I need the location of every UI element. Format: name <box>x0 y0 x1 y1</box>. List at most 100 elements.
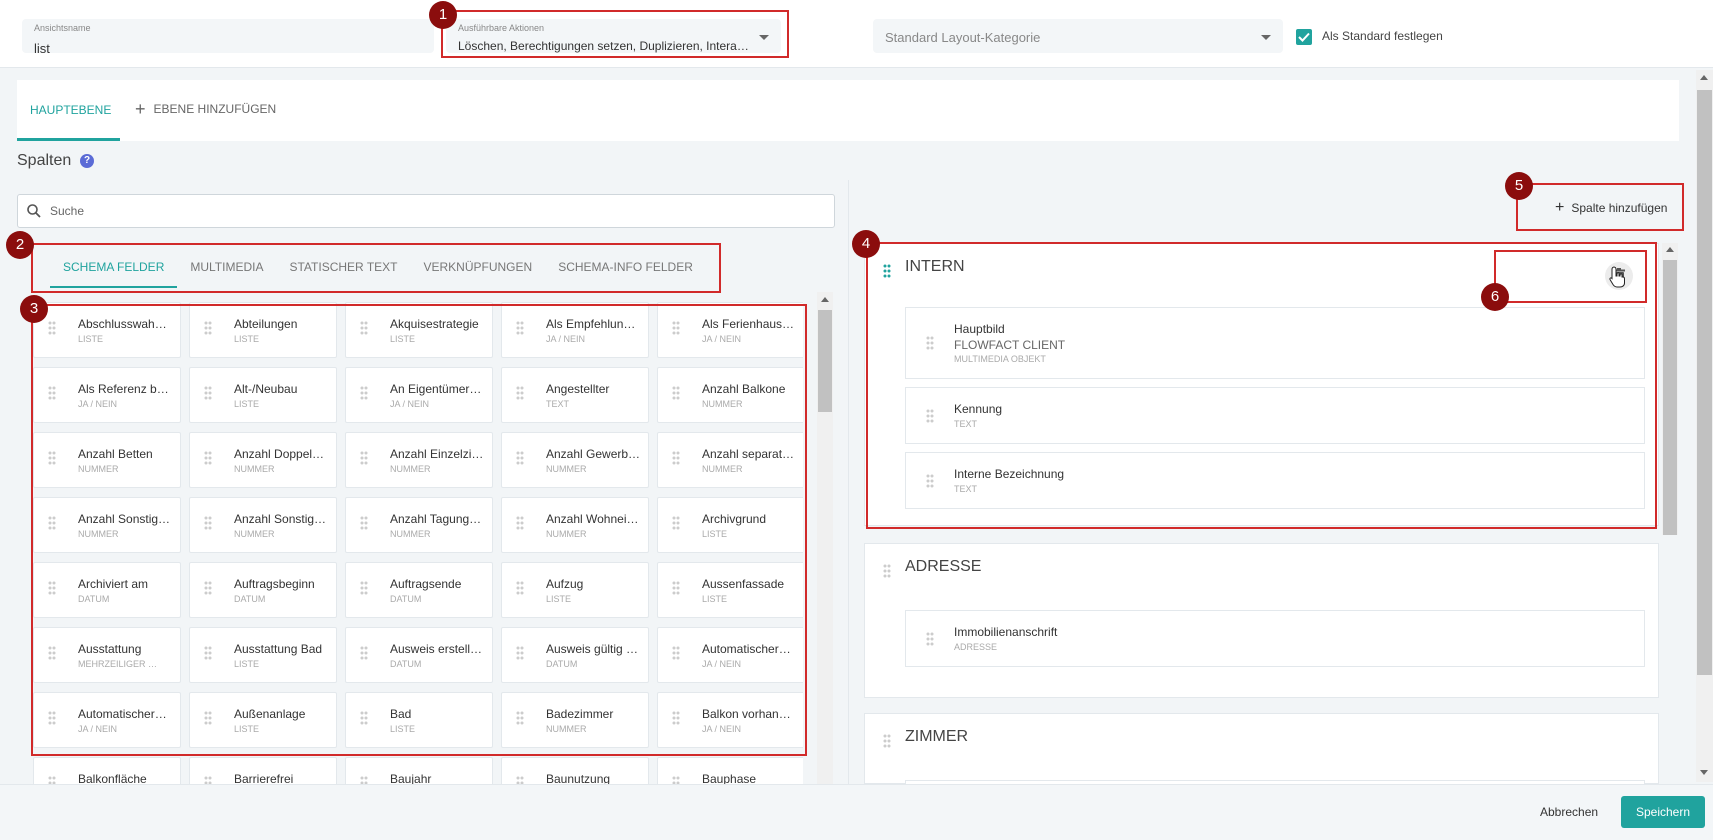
drag-handle-icon[interactable] <box>516 451 524 465</box>
save-button[interactable]: Speichern <box>1621 796 1705 828</box>
tab-multimedia[interactable]: MULTIMEDIA <box>177 252 276 288</box>
drag-handle-icon[interactable] <box>48 581 56 595</box>
add-column-button[interactable]: + Spalte hinzufügen <box>1555 200 1667 216</box>
drag-handle-icon[interactable] <box>204 516 212 530</box>
column-group-intern[interactable]: INTERN Hauptbild FLOWFACT CLIENT MULTIME… <box>864 243 1659 526</box>
drag-handle-icon[interactable] <box>360 711 368 725</box>
schema-field-card[interactable]: Auftragsbeginn DATUM <box>189 562 337 618</box>
schema-field-card[interactable]: Anzahl Betten NUMMER <box>33 432 181 488</box>
schema-field-card[interactable]: Außenanlage LISTE <box>189 692 337 748</box>
cancel-button[interactable]: Abbrechen <box>1540 805 1598 819</box>
column-field-row[interactable]: Hauptbild FLOWFACT CLIENT MULTIMEDIA OBJ… <box>905 307 1645 379</box>
schema-field-card[interactable]: Archiviert am DATUM <box>33 562 181 618</box>
drag-handle-icon[interactable] <box>48 646 56 660</box>
intern-group-scroll-thumb[interactable] <box>1663 260 1677 535</box>
schema-field-card[interactable]: Aussenfassade LISTE <box>657 562 803 618</box>
drag-handle-icon[interactable] <box>516 581 524 595</box>
drag-handle-icon[interactable] <box>204 646 212 660</box>
drag-handle-icon[interactable] <box>516 516 524 530</box>
column-field-row[interactable]: Kennung TEXT <box>905 387 1645 444</box>
tab-links[interactable]: VERKNÜPFUNGEN <box>411 252 546 288</box>
scroll-up-icon[interactable] <box>1700 75 1708 80</box>
drag-handle-icon[interactable] <box>516 711 524 725</box>
drag-handle-icon[interactable] <box>926 409 934 423</box>
drag-handle-icon[interactable] <box>360 451 368 465</box>
drag-handle-icon[interactable] <box>883 264 891 278</box>
schema-field-card[interactable]: Automatischer… JA / NEIN <box>657 627 803 683</box>
schema-field-card[interactable]: An Eigentümer… JA / NEIN <box>345 367 493 423</box>
drag-handle-icon[interactable] <box>360 581 368 595</box>
drag-handle-icon[interactable] <box>672 516 680 530</box>
schema-field-card[interactable]: Anzahl Wohnei… NUMMER <box>501 497 649 553</box>
schema-field-card[interactable]: Automatischer… JA / NEIN <box>33 692 181 748</box>
schema-field-card[interactable]: Abschlusswah… LISTE <box>33 302 181 358</box>
scroll-up-icon[interactable] <box>821 297 829 302</box>
drag-handle-icon[interactable] <box>672 386 680 400</box>
schema-field-card[interactable]: Anzahl Gewerb… NUMMER <box>501 432 649 488</box>
drag-handle-icon[interactable] <box>360 516 368 530</box>
drag-handle-icon[interactable] <box>516 646 524 660</box>
schema-field-card[interactable]: Anzahl Einzelzi… NUMMER <box>345 432 493 488</box>
drag-handle-icon[interactable] <box>48 711 56 725</box>
schema-field-card[interactable]: Ausweis gültig … DATUM <box>501 627 649 683</box>
schema-field-card[interactable]: Als Ferienhaus… JA / NEIN <box>657 302 803 358</box>
drag-handle-icon[interactable] <box>204 321 212 335</box>
scroll-down-icon[interactable] <box>1700 770 1708 775</box>
schema-field-card[interactable]: Aufzug LISTE <box>501 562 649 618</box>
schema-field-card[interactable]: Anzahl Balkone NUMMER <box>657 367 803 423</box>
drag-handle-icon[interactable] <box>360 646 368 660</box>
tab-static-text[interactable]: STATISCHER TEXT <box>276 252 410 288</box>
drag-handle-icon[interactable] <box>360 321 368 335</box>
schema-field-card[interactable]: Anzahl Tagung… NUMMER <box>345 497 493 553</box>
schema-field-card[interactable]: Angestellter TEXT <box>501 367 649 423</box>
view-name-field[interactable]: Ansichtsname list <box>22 19 434 56</box>
drag-handle-icon[interactable] <box>48 451 56 465</box>
drag-handle-icon[interactable] <box>672 646 680 660</box>
drag-handle-icon[interactable] <box>360 386 368 400</box>
drag-handle-icon[interactable] <box>516 321 524 335</box>
drag-handle-icon[interactable] <box>926 474 934 488</box>
schema-field-card[interactable]: Als Empfehlun… JA / NEIN <box>501 302 649 358</box>
schema-field-card[interactable]: Badezimmer NUMMER <box>501 692 649 748</box>
schema-field-card[interactable]: Anzahl Sonstig… NUMMER <box>33 497 181 553</box>
drag-handle-icon[interactable] <box>926 632 934 646</box>
drag-handle-icon[interactable] <box>48 321 56 335</box>
tab-main-level[interactable]: HAUPTEBENE <box>30 103 111 117</box>
layout-category-select[interactable]: Standard Layout-Kategorie <box>873 19 1283 53</box>
help-icon[interactable]: ? <box>80 154 94 168</box>
column-field-row[interactable]: Interne Bezeichnung TEXT <box>905 452 1645 509</box>
tab-schema-info-fields[interactable]: SCHEMA-INFO FELDER <box>545 252 706 288</box>
field-list-scroll-thumb[interactable] <box>818 310 832 412</box>
schema-field-card[interactable]: Akquisestrategie LISTE <box>345 302 493 358</box>
schema-field-card[interactable]: Anzahl Doppel… NUMMER <box>189 432 337 488</box>
drag-handle-icon[interactable] <box>883 564 891 578</box>
scroll-up-icon[interactable] <box>1666 247 1674 252</box>
schema-field-card[interactable]: Abteilungen LISTE <box>189 302 337 358</box>
schema-field-card[interactable]: Anzahl Sonstig… NUMMER <box>189 497 337 553</box>
default-checkbox[interactable] <box>1296 29 1312 45</box>
drag-handle-icon[interactable] <box>672 321 680 335</box>
search-input[interactable]: Suche <box>17 194 835 228</box>
schema-field-card[interactable]: Auftragsende DATUM <box>345 562 493 618</box>
drag-handle-icon[interactable] <box>204 451 212 465</box>
column-field-row[interactable]: Immobilienanschrift ADRESSE <box>905 610 1645 667</box>
drag-handle-icon[interactable] <box>204 386 212 400</box>
tab-schema-fields[interactable]: SCHEMA FELDER <box>50 252 178 288</box>
schema-field-card[interactable]: Als Referenz b… JA / NEIN <box>33 367 181 423</box>
schema-field-card[interactable]: Ausstattung MEHRZEILIGER … <box>33 627 181 683</box>
actions-select[interactable]: Ausführbare Aktionen Löschen, Berechtigu… <box>446 19 781 53</box>
page-scroll-thumb[interactable] <box>1697 90 1712 675</box>
drag-handle-icon[interactable] <box>204 581 212 595</box>
add-level-button[interactable]: + EBENE HINZUFÜGEN <box>135 100 276 118</box>
column-group-adresse[interactable]: ADRESSE Immobilienanschrift ADRESSE <box>864 543 1659 698</box>
schema-field-card[interactable]: Ausstattung Bad LISTE <box>189 627 337 683</box>
drag-handle-icon[interactable] <box>672 711 680 725</box>
column-group-zimmer[interactable]: ZIMMER <box>864 713 1659 790</box>
schema-field-card[interactable]: Ausweis erstell… DATUM <box>345 627 493 683</box>
drag-handle-icon[interactable] <box>672 451 680 465</box>
drag-handle-icon[interactable] <box>883 734 891 748</box>
drag-handle-icon[interactable] <box>926 336 934 350</box>
schema-field-card[interactable]: Bad LISTE <box>345 692 493 748</box>
drag-handle-icon[interactable] <box>48 386 56 400</box>
drag-handle-icon[interactable] <box>672 581 680 595</box>
